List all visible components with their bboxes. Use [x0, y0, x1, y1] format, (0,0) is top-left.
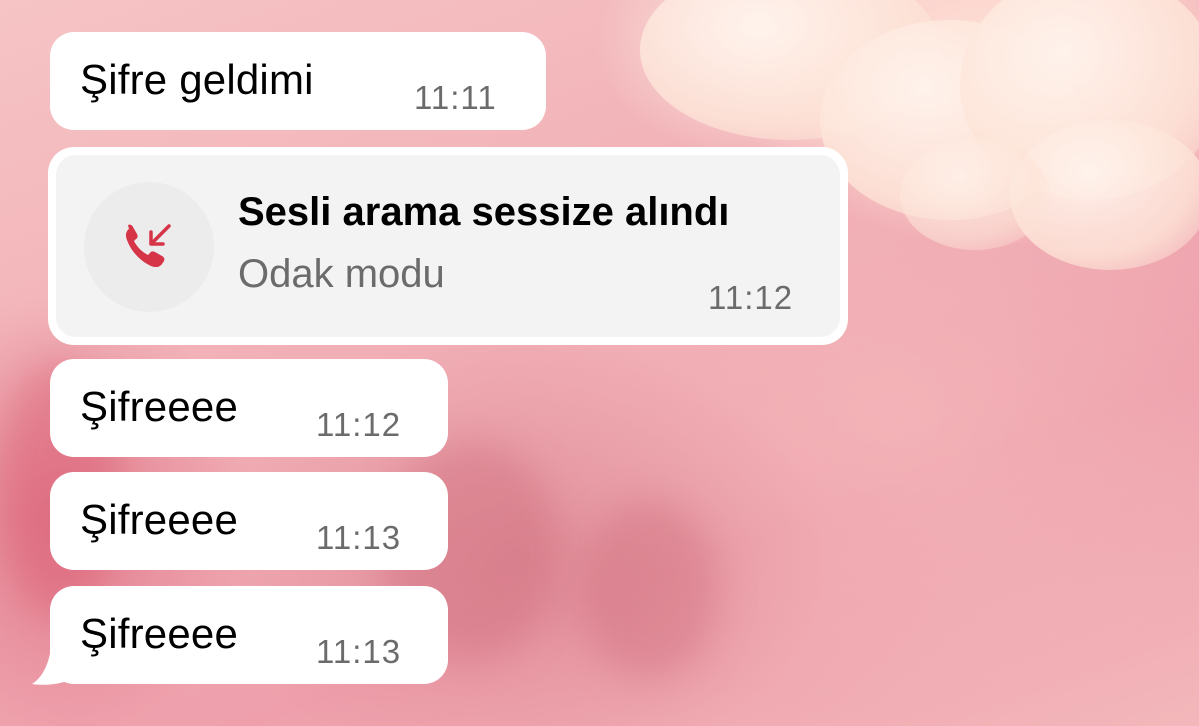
message-text: Şifreeee [80, 610, 239, 657]
message-time: 11:13 [316, 519, 402, 556]
message-bubble[interactable]: Şifreeee 11:13 [50, 586, 448, 684]
call-time: 11:12 [708, 279, 794, 316]
message-text: Şifreeee [80, 383, 239, 430]
message-time: 11:12 [316, 406, 402, 443]
missed-call-icon [125, 224, 171, 268]
message-bubble[interactable]: Şifreeee 11:12 [50, 359, 448, 457]
call-title: Sesli arama sessize alındı [238, 190, 730, 234]
call-subtitle: Odak modu [238, 252, 445, 296]
call-icon-container [84, 182, 214, 312]
message-bubble[interactable]: Şifreeee 11:13 [50, 472, 448, 570]
message-time: 11:11 [414, 79, 497, 116]
message-bubble[interactable]: Şifre geldimi 11:11 [50, 32, 546, 130]
message-time: 11:13 [316, 633, 402, 670]
message-text: Şifre geldimi [80, 56, 314, 103]
message-text: Şifreeee [80, 496, 239, 543]
